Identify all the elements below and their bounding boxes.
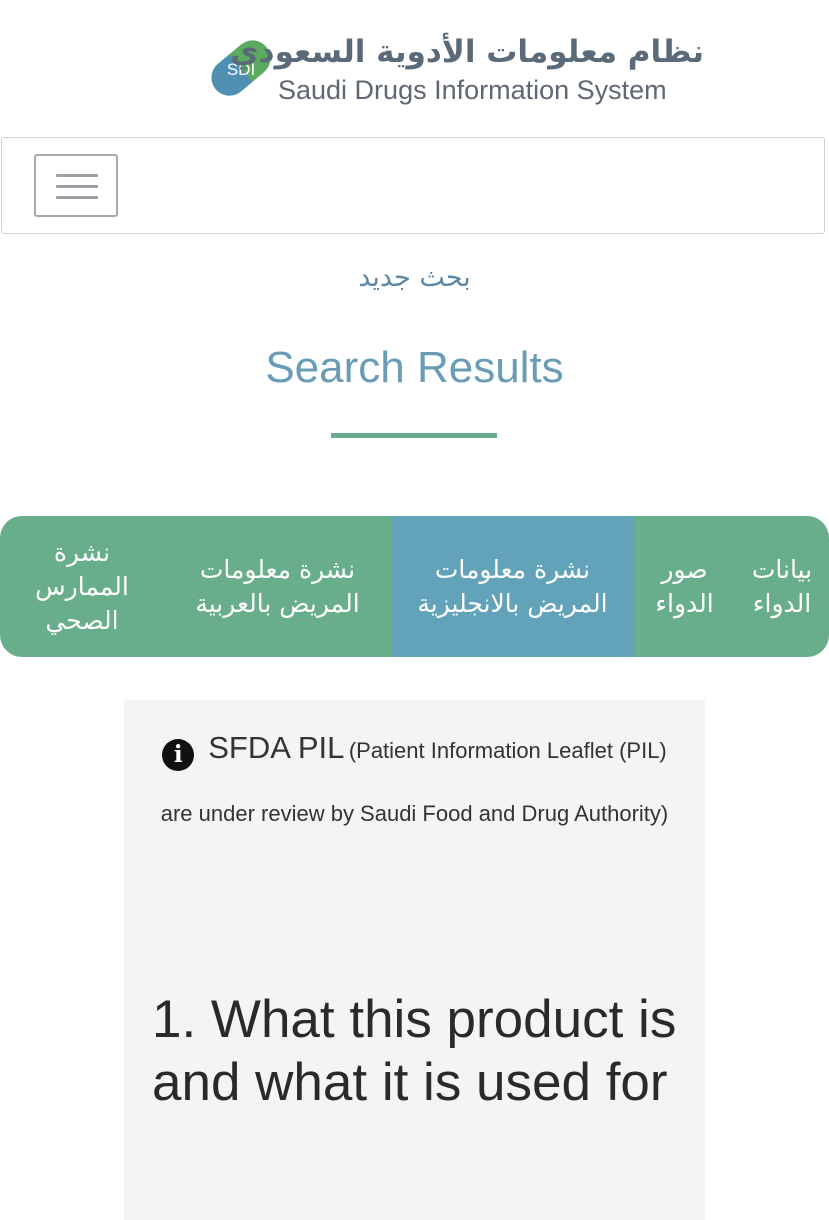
menu-toggle-button[interactable] — [34, 154, 118, 217]
review-notice: i SFDA PIL (Patient Information Leaflet (… — [144, 718, 685, 847]
logo-title-english: Saudi Drugs Information System — [278, 75, 667, 105]
logo-title-arabic: نظام معلومات الأدوية السعودي — [230, 34, 704, 70]
section-heading: 1. What this product is and what it is u… — [152, 990, 677, 1112]
tab-patient-leaflet-english[interactable]: نشرة معلومات المريض بالانجليزية — [391, 516, 634, 657]
title-underline — [331, 433, 497, 438]
page-title: Search Results — [265, 343, 564, 392]
info-icon: i — [162, 739, 195, 771]
notice-lead: SFDA PIL — [208, 730, 345, 765]
top-navbar — [1, 137, 825, 234]
tab-patient-leaflet-arabic[interactable]: نشرة معلومات المريض بالعربية — [164, 516, 391, 657]
tab-drug-data[interactable]: بيانات الدواء — [735, 516, 829, 657]
leaflet-content-card: i SFDA PIL (Patient Information Leaflet (… — [124, 700, 705, 1220]
tab-drug-images[interactable]: صور الدواء — [634, 516, 735, 657]
tab-healthcare-practitioner-leaflet[interactable]: نشرة الممارس الصحي — [0, 516, 164, 657]
site-logo[interactable]: SDI نظام معلومات الأدوية السعودي Saudi D… — [210, 30, 710, 110]
drug-info-tabs: بيانات الدواء صور الدواء نشرة معلومات المري… — [0, 516, 829, 657]
new-search-link[interactable]: بحث جديد — [0, 262, 829, 293]
